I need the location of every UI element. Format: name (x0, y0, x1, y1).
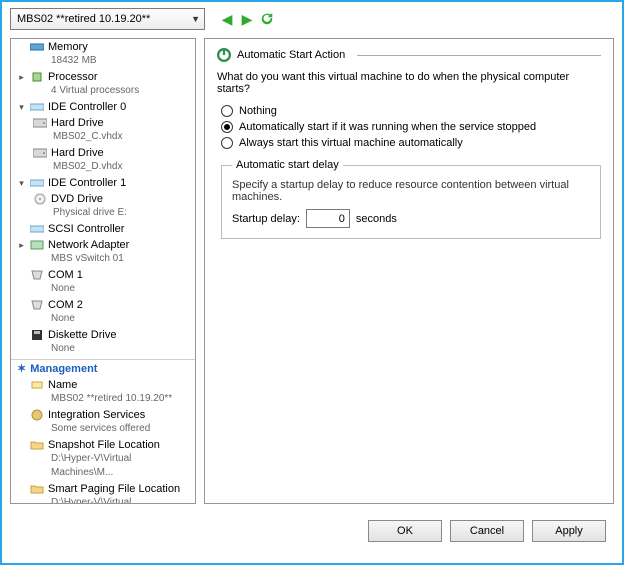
delay-unit: seconds (356, 213, 397, 225)
tree-ide1-dvd[interactable]: DVD Drive Physical drive E: (11, 191, 195, 221)
radio-nothing[interactable]: Nothing (217, 103, 601, 119)
radio-auto-if-running[interactable]: Automatically start if it was running wh… (217, 119, 601, 135)
tree-ide0-hd1[interactable]: Hard Drive MBS02_C.vhdx (11, 115, 195, 145)
scsi-icon (30, 223, 44, 235)
cpu-icon (30, 71, 44, 83)
delay-label: Startup delay: (232, 213, 300, 225)
tree-diskette[interactable]: Diskette Drive None (11, 327, 195, 357)
expand-icon[interactable]: ▸ (17, 70, 26, 84)
settings-tree[interactable]: Memory 18432 MB ▸Processor 4 Virtual pro… (10, 38, 196, 504)
nic-icon (30, 239, 44, 251)
com-port-icon (30, 269, 44, 281)
expand-icon[interactable]: ▸ (17, 238, 26, 252)
folder-icon (30, 439, 44, 451)
services-icon (30, 409, 44, 421)
back-icon[interactable]: ◀ (219, 11, 235, 27)
radio-always[interactable]: Always start this virtual machine automa… (217, 135, 601, 151)
vm-selector[interactable]: MBS02 **retired 10.19.20** ▼ (10, 8, 205, 30)
tree-com1[interactable]: COM 1 None (11, 267, 195, 297)
tree-integration[interactable]: Integration Services Some services offer… (11, 407, 195, 437)
tree-ide0[interactable]: ▾IDE Controller 0 (11, 99, 195, 115)
apply-button[interactable]: Apply (532, 520, 606, 542)
dialog-buttons: OK Cancel Apply (2, 512, 622, 552)
tree-processor[interactable]: ▸Processor 4 Virtual processors (11, 69, 195, 99)
hdd-icon (33, 117, 47, 129)
toolbar: MBS02 **retired 10.19.20** ▼ ◀ ▶ (2, 2, 622, 34)
collapse-icon[interactable]: ▾ (17, 176, 26, 190)
startup-delay-group: Automatic start delay Specify a startup … (221, 159, 601, 239)
tree-network[interactable]: ▸Network Adapter MBS vSwitch 01 (11, 237, 195, 267)
panel-header: Automatic Start Action (217, 49, 601, 61)
collapse-icon[interactable]: ▾ (17, 100, 26, 114)
detail-pane: Automatic Start Action What do you want … (204, 38, 614, 504)
radio-icon (221, 137, 233, 149)
delay-hint: Specify a startup delay to reduce resour… (232, 179, 590, 203)
tree-section-management: ✶ Management (11, 359, 195, 377)
tree-smart-paging[interactable]: Smart Paging File Location D:\Hyper-V\Vi… (11, 481, 195, 504)
tree-ide0-hd2[interactable]: Hard Drive MBS02_D.vhdx (11, 145, 195, 175)
tree-snapshot-location[interactable]: Snapshot File Location D:\Hyper-V\Virtua… (11, 437, 195, 481)
cancel-button[interactable]: Cancel (450, 520, 524, 542)
tree-ide1[interactable]: ▾IDE Controller 1 (11, 175, 195, 191)
ok-button[interactable]: OK (368, 520, 442, 542)
tag-icon (30, 379, 44, 391)
dvd-icon (33, 193, 47, 205)
delay-legend: Automatic start delay (232, 159, 343, 171)
section-glyph-icon: ✶ (17, 362, 26, 375)
radio-icon (221, 105, 233, 117)
content-area: Memory 18432 MB ▸Processor 4 Virtual pro… (2, 34, 622, 512)
hdd-icon (33, 147, 47, 159)
floppy-icon (30, 329, 44, 341)
nav-buttons: ◀ ▶ (219, 11, 275, 27)
radio-icon (221, 121, 233, 133)
refresh-icon[interactable] (259, 11, 275, 27)
controller-icon (30, 177, 44, 189)
tree-scsi[interactable]: SCSI Controller (11, 221, 195, 237)
tree-memory[interactable]: Memory 18432 MB (11, 39, 195, 69)
com-port-icon (30, 299, 44, 311)
controller-icon (30, 101, 44, 113)
chevron-down-icon: ▼ (191, 14, 200, 24)
tree-com2[interactable]: COM 2 None (11, 297, 195, 327)
folder-icon (30, 483, 44, 495)
panel-prompt: What do you want this virtual machine to… (217, 71, 601, 95)
divider (357, 55, 601, 56)
forward-icon[interactable]: ▶ (239, 11, 255, 27)
vm-selector-value: MBS02 **retired 10.19.20** (17, 13, 150, 25)
tree-name[interactable]: Name MBS02 **retired 10.19.20** (11, 377, 195, 407)
startup-delay-input[interactable] (306, 209, 350, 228)
panel-title: Automatic Start Action (237, 49, 345, 61)
memory-icon (30, 41, 44, 53)
power-icon (217, 49, 231, 61)
